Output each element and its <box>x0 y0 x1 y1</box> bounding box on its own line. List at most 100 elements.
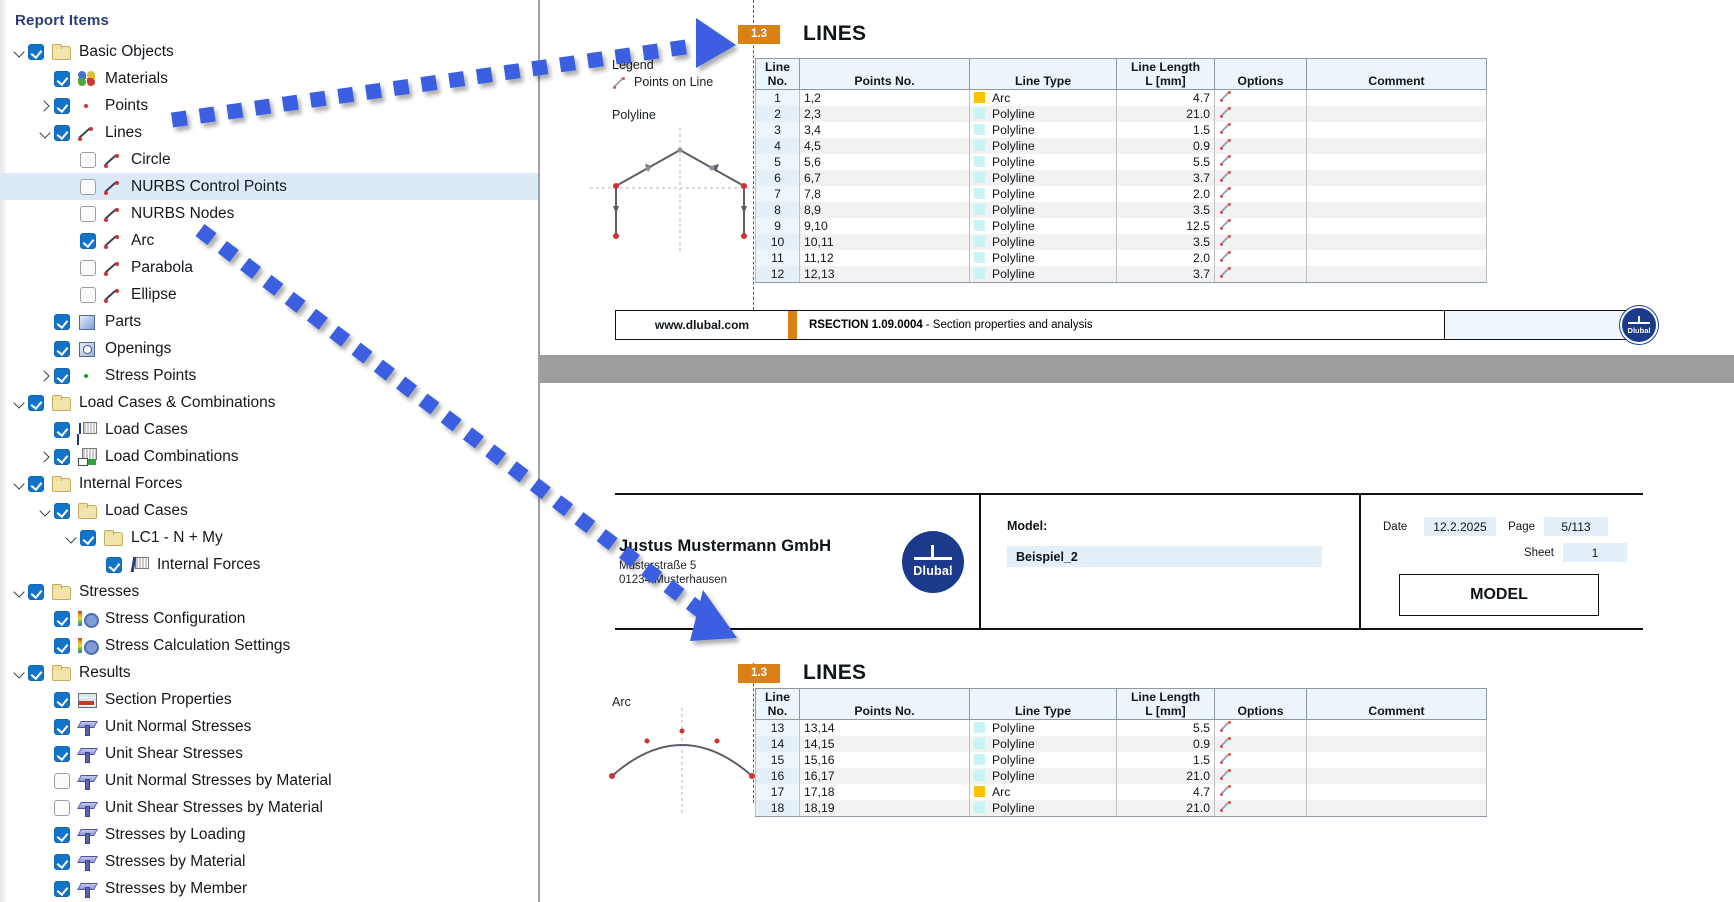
tree-item-load-cases[interactable]: Load Cases <box>0 497 540 524</box>
cell-options[interactable] <box>1215 106 1307 122</box>
chevron-down-icon[interactable] <box>10 583 28 601</box>
table-row[interactable]: 1818,19Polyline21.0 <box>756 800 1487 817</box>
checkbox-checked[interactable] <box>54 638 70 654</box>
tree-item-basic-objects[interactable]: Basic Objects <box>0 38 540 65</box>
tree-item-load-cases[interactable]: Load Cases <box>0 416 540 443</box>
checkbox-checked[interactable] <box>54 503 70 519</box>
tree-item-internal-forces[interactable]: Internal Forces <box>0 470 540 497</box>
table-row[interactable]: 99,10Polyline12.5 <box>756 218 1487 234</box>
tree-item-openings[interactable]: Openings <box>0 335 540 362</box>
lines-table-body-p1[interactable]: 11,2Arc4.722,3Polyline21.033,4Polyline1.… <box>756 90 1487 283</box>
table-row[interactable]: 1111,12Polyline2.0 <box>756 250 1487 266</box>
cell-comment[interactable] <box>1307 218 1487 234</box>
cell-options[interactable] <box>1215 250 1307 266</box>
report-preview[interactable]: 1.3 LINES Legend Points on Line Polyline <box>540 0 1734 902</box>
tree-item-circle[interactable]: Circle <box>0 146 540 173</box>
tree-item-stresses-by-material[interactable]: Stresses by Material <box>0 848 540 875</box>
tree-item-unit-normal-stresses-by-material[interactable]: Unit Normal Stresses by Material <box>0 767 540 794</box>
checkbox-unchecked[interactable] <box>54 800 70 816</box>
checkbox-checked[interactable] <box>28 44 44 60</box>
tree-item-nurbs-control-points[interactable]: NURBS Control Points <box>0 173 540 200</box>
checkbox-checked[interactable] <box>54 692 70 708</box>
table-row[interactable]: 77,8Polyline2.0 <box>756 186 1487 202</box>
tree-item-stresses-by-member[interactable]: Stresses by Member <box>0 875 540 902</box>
table-row[interactable]: 1717,18Arc4.7 <box>756 784 1487 800</box>
table-row[interactable]: 1212,13Polyline3.7 <box>756 266 1487 283</box>
cell-options[interactable] <box>1215 784 1307 800</box>
checkbox-checked[interactable] <box>54 422 70 438</box>
cell-options[interactable] <box>1215 768 1307 784</box>
checkbox-checked[interactable] <box>28 395 44 411</box>
tree-item-unit-normal-stresses[interactable]: Unit Normal Stresses <box>0 713 540 740</box>
model-value-field[interactable]: Beispiel_2 <box>1007 546 1322 567</box>
cell-comment[interactable] <box>1307 90 1487 107</box>
cell-options[interactable] <box>1215 122 1307 138</box>
footer-website[interactable]: www.dlubal.com <box>616 311 788 339</box>
chevron-right-icon[interactable] <box>36 448 54 466</box>
table-row[interactable]: 1616,17Polyline21.0 <box>756 768 1487 784</box>
checkbox-checked[interactable] <box>54 827 70 843</box>
table-row[interactable]: 66,7Polyline3.7 <box>756 170 1487 186</box>
tree-item-stress-configuration[interactable]: Stress Configuration <box>0 605 540 632</box>
table-row[interactable]: 11,2Arc4.7 <box>756 90 1487 107</box>
tree-item-nurbs-nodes[interactable]: NURBS Nodes <box>0 200 540 227</box>
tree-item-stress-calculation-settings[interactable]: Stress Calculation Settings <box>0 632 540 659</box>
table-row[interactable]: 1515,16Polyline1.5 <box>756 752 1487 768</box>
sheet-value[interactable]: 1 <box>1563 543 1627 562</box>
chevron-right-icon[interactable] <box>36 367 54 385</box>
checkbox-checked[interactable] <box>80 530 96 546</box>
checkbox-unchecked[interactable] <box>54 773 70 789</box>
cell-options[interactable] <box>1215 202 1307 218</box>
chevron-down-icon[interactable] <box>62 529 80 547</box>
cell-comment[interactable] <box>1307 106 1487 122</box>
lines-table-p1[interactable]: LineNo. Points No. Line Type Line Length… <box>755 58 1487 283</box>
cell-comment[interactable] <box>1307 720 1487 737</box>
cell-options[interactable] <box>1215 736 1307 752</box>
tree-item-stresses[interactable]: Stresses <box>0 578 540 605</box>
checkbox-checked[interactable] <box>54 719 70 735</box>
cell-options[interactable] <box>1215 170 1307 186</box>
cell-comment[interactable] <box>1307 768 1487 784</box>
checkbox-checked[interactable] <box>28 665 44 681</box>
cell-options[interactable] <box>1215 154 1307 170</box>
checkbox-checked[interactable] <box>54 341 70 357</box>
checkbox-checked[interactable] <box>28 476 44 492</box>
chevron-down-icon[interactable] <box>10 394 28 412</box>
cell-options[interactable] <box>1215 138 1307 154</box>
cell-comment[interactable] <box>1307 736 1487 752</box>
cell-options[interactable] <box>1215 218 1307 234</box>
tree-item-lines[interactable]: Lines <box>0 119 540 146</box>
tree-item-internal-forces[interactable]: Internal Forces <box>0 551 540 578</box>
tree-item-lc1-n-my[interactable]: LC1 - N + My <box>0 524 540 551</box>
tree-item-load-cases-combinations[interactable]: Load Cases & Combinations <box>0 389 540 416</box>
chevron-down-icon[interactable] <box>10 664 28 682</box>
checkbox-checked[interactable] <box>80 233 96 249</box>
checkbox-checked[interactable] <box>106 557 122 573</box>
cell-comment[interactable] <box>1307 154 1487 170</box>
tree-item-parabola[interactable]: Parabola <box>0 254 540 281</box>
checkbox-unchecked[interactable] <box>80 206 96 222</box>
table-row[interactable]: 88,9Polyline3.5 <box>756 202 1487 218</box>
cell-comment[interactable] <box>1307 122 1487 138</box>
cell-options[interactable] <box>1215 90 1307 107</box>
checkbox-unchecked[interactable] <box>80 287 96 303</box>
tree-item-unit-shear-stresses-by-material[interactable]: Unit Shear Stresses by Material <box>0 794 540 821</box>
checkbox-checked[interactable] <box>54 314 70 330</box>
checkbox-checked[interactable] <box>28 584 44 600</box>
chevron-down-icon[interactable] <box>36 124 54 142</box>
checkbox-unchecked[interactable] <box>80 152 96 168</box>
tree-item-stress-points[interactable]: Stress Points <box>0 362 540 389</box>
checkbox-checked[interactable] <box>54 611 70 627</box>
date-value[interactable]: 12.2.2025 <box>1424 517 1496 536</box>
checkbox-checked[interactable] <box>54 71 70 87</box>
lines-table-p2[interactable]: LineNo. Points No. Line Type Line Length… <box>755 688 1487 817</box>
table-row[interactable]: 22,3Polyline21.0 <box>756 106 1487 122</box>
checkbox-checked[interactable] <box>54 125 70 141</box>
cell-comment[interactable] <box>1307 752 1487 768</box>
tree-item-ellipse[interactable]: Ellipse <box>0 281 540 308</box>
tree-item-points[interactable]: Points <box>0 92 540 119</box>
tree-item-section-properties[interactable]: Section Properties <box>0 686 540 713</box>
tree-item-results[interactable]: Results <box>0 659 540 686</box>
tree-item-unit-shear-stresses[interactable]: Unit Shear Stresses <box>0 740 540 767</box>
tree-item-load-combinations[interactable]: Load Combinations <box>0 443 540 470</box>
